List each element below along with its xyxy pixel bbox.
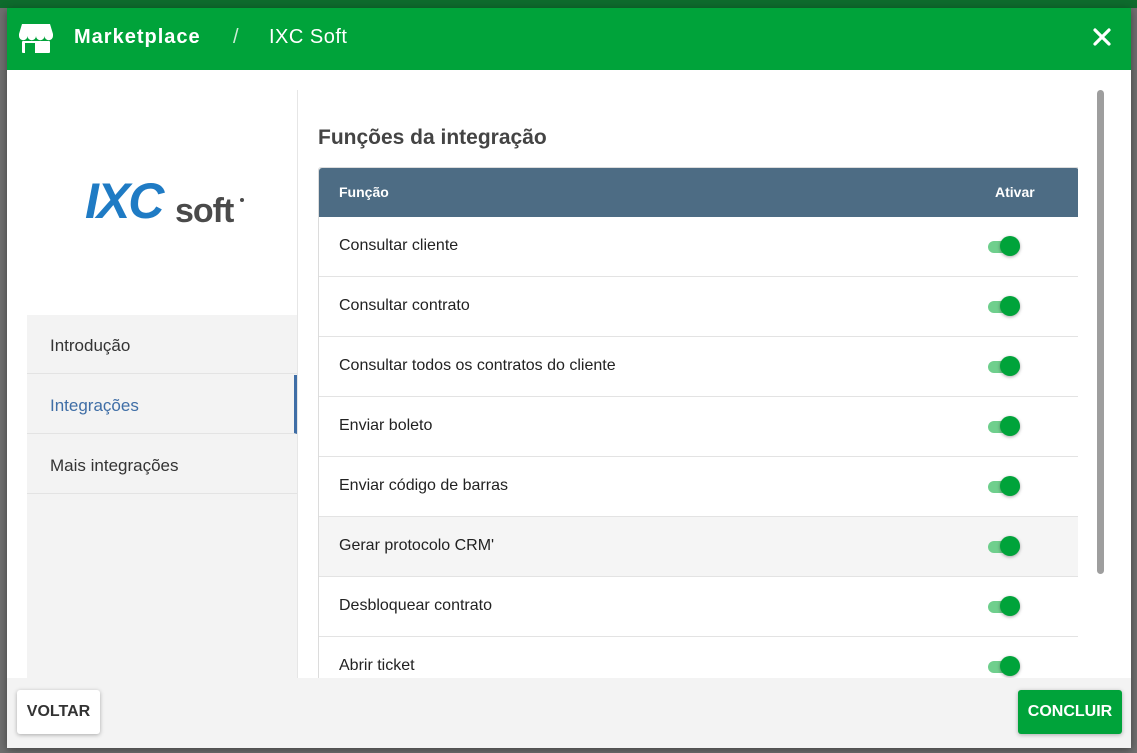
activate-toggle[interactable] (988, 596, 1022, 618)
function-label: Enviar boleto (339, 417, 433, 434)
header-title: Marketplace (74, 26, 201, 48)
sidebar-item-label: Mais integrações (50, 456, 179, 475)
table-row: Enviar boleto (319, 397, 1078, 457)
activate-toggle[interactable] (988, 236, 1022, 258)
back-button[interactable]: VOLTAR (17, 690, 100, 734)
activate-toggle[interactable] (988, 356, 1022, 378)
function-label: Consultar todos os contratos do cliente (339, 357, 616, 374)
functions-table: Função Ativar Consultar cliente Consulta… (318, 167, 1078, 678)
column-header-function: Função (339, 184, 389, 200)
sidebar-item-mais-integracoes[interactable]: Mais integrações (27, 435, 297, 494)
table-row: Consultar cliente (319, 217, 1078, 277)
function-label: Abrir ticket (339, 657, 415, 674)
sidebar-item-introducao[interactable]: Introdução (27, 315, 297, 374)
activate-toggle[interactable] (988, 476, 1022, 498)
sidebar-divider (297, 90, 298, 678)
sidebar: IXC soft Introdução Integrações Mais int… (27, 70, 297, 678)
table-row: Consultar todos os contratos do cliente (319, 337, 1078, 397)
close-icon[interactable] (1090, 25, 1114, 49)
table-row: Consultar contrato (319, 277, 1078, 337)
function-label: Desbloquear contrato (339, 597, 492, 614)
table-header: Função Ativar (319, 168, 1078, 217)
scrollbar-thumb[interactable] (1097, 90, 1104, 574)
logo-text-sub: soft (175, 192, 234, 226)
breadcrumb-separator: / (233, 26, 239, 48)
table-row: Enviar código de barras (319, 457, 1078, 517)
table-row: Desbloquear contrato (319, 577, 1078, 637)
function-label: Gerar protocolo CRM' (339, 537, 495, 554)
sidebar-item-label: Introdução (50, 336, 131, 355)
activate-toggle[interactable] (988, 416, 1022, 438)
sidebar-item-integracoes[interactable]: Integrações (27, 375, 297, 434)
store-icon (19, 24, 53, 53)
activate-toggle[interactable] (988, 656, 1022, 678)
sidebar-item-label: Integrações (50, 396, 139, 415)
content-scrollbar[interactable] (1097, 90, 1105, 678)
marketplace-modal: Marketplace / IXC Soft IXC soft Introduç… (7, 8, 1131, 748)
function-label: Consultar cliente (339, 237, 459, 254)
main-content: Funções da integração Função Ativar Cons… (318, 90, 1078, 678)
function-label: Enviar código de barras (339, 477, 508, 494)
logo-text-main: IXC (85, 174, 165, 226)
ixcsoft-logo: IXC soft (85, 174, 244, 226)
activate-toggle[interactable] (988, 536, 1022, 558)
activate-toggle[interactable] (988, 296, 1022, 318)
function-label: Consultar contrato (339, 297, 470, 314)
table-row: Gerar protocolo CRM' (319, 517, 1078, 577)
header-subtitle: IXC Soft (269, 26, 348, 48)
finish-button[interactable]: CONCLUIR (1018, 690, 1122, 734)
modal-header: Marketplace / IXC Soft (7, 8, 1131, 70)
column-header-activate: Ativar (995, 184, 1035, 200)
backdrop (0, 0, 1137, 8)
section-title: Funções da integração (318, 126, 547, 149)
sidebar-logo-area: IXC soft (27, 70, 297, 315)
table-row: Abrir ticket (319, 637, 1078, 678)
modal-footer: VOLTAR CONCLUIR (7, 678, 1131, 748)
